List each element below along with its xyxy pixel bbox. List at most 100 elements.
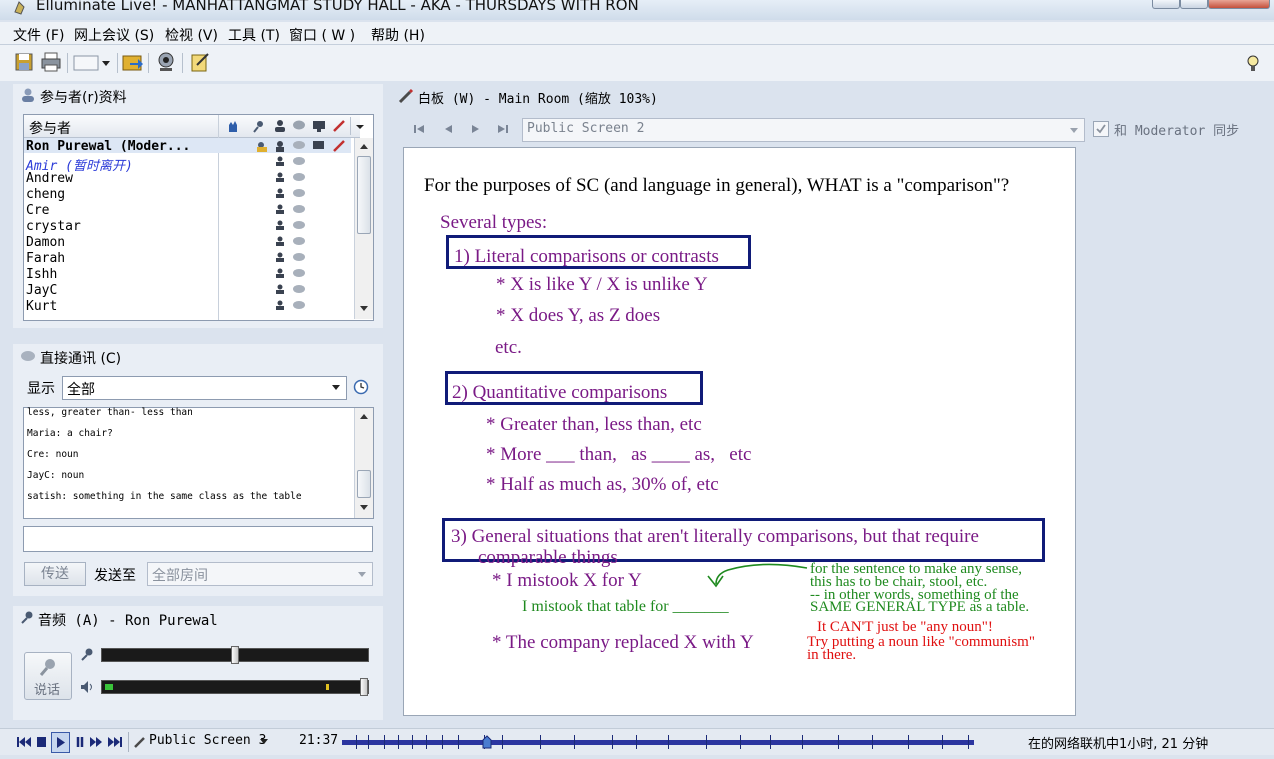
timeline-tick xyxy=(802,735,803,749)
wb-section-2: 2) Quantitative comparisons xyxy=(452,382,668,403)
participants-column-header[interactable]: 参与者 xyxy=(29,118,71,138)
menu-window[interactable]: 窗口 ( W ) xyxy=(289,25,355,45)
last-screen-button[interactable] xyxy=(496,120,512,138)
play-icon xyxy=(57,737,65,748)
video-header-icon[interactable] xyxy=(312,119,326,133)
scroll-up-icon[interactable] xyxy=(359,412,369,420)
moderator-status-icons xyxy=(257,140,345,152)
wb-example-1: * I mistook X for Y xyxy=(492,570,642,591)
whiteboard-header-icon[interactable] xyxy=(332,119,346,133)
toolbar xyxy=(0,45,1274,81)
next-screen-button[interactable] xyxy=(468,120,484,138)
timeline-tick xyxy=(458,735,459,749)
volume-slider-thumb[interactable] xyxy=(360,678,368,696)
participant-jayc[interactable]: JayC xyxy=(26,283,57,298)
wb-s1-item-c: etc. xyxy=(495,337,522,358)
save-icon[interactable] xyxy=(13,51,35,73)
speaker-volume-slider[interactable] xyxy=(101,678,369,696)
sync-checkbox[interactable] xyxy=(1093,121,1109,137)
participants-scrollbar[interactable] xyxy=(354,138,373,319)
minimize-button[interactable] xyxy=(1152,0,1180,9)
chat-scrollbar[interactable] xyxy=(354,408,373,518)
participants-menu-button[interactable] xyxy=(350,117,369,135)
maximize-button[interactable] xyxy=(1180,0,1208,9)
skip-to-end-button[interactable] xyxy=(106,733,122,751)
chat-show-label: 显示 xyxy=(27,381,55,397)
playback-timeline[interactable] xyxy=(342,735,978,749)
layout-dropdown-icon[interactable] xyxy=(73,55,113,71)
timeline-playhead-icon[interactable] xyxy=(482,735,492,749)
send-to-select[interactable]: 全部房间 xyxy=(147,562,373,586)
menu-bar: 文件 (F) 网上会议 (S) 检视 (V) 工具 (T) 窗口 ( W ) 帮… xyxy=(0,22,1274,45)
chat-filter-select[interactable]: 全部 xyxy=(62,376,347,400)
checkmark-icon xyxy=(1096,124,1106,134)
current-screen-label[interactable]: Public Screen 3 xyxy=(149,733,266,748)
participant-cheng[interactable]: cheng xyxy=(26,187,65,202)
scroll-up-icon[interactable] xyxy=(359,142,369,150)
chat-message: Maria: a chair? xyxy=(27,428,113,439)
load-content-icon[interactable] xyxy=(122,51,144,73)
participant-farah[interactable]: Farah xyxy=(26,251,65,266)
first-screen-button[interactable] xyxy=(412,120,428,138)
whiteboard-canvas[interactable]: For the purposes of SC (and language in … xyxy=(403,147,1076,716)
wb-s2-item-a: * Greater than, less than, etc xyxy=(486,414,702,435)
scroll-down-icon[interactable] xyxy=(359,305,369,313)
participant-kurt[interactable]: Kurt xyxy=(26,299,57,314)
print-icon[interactable] xyxy=(40,51,62,73)
clock-icon[interactable] xyxy=(353,379,369,395)
mic-level-slider[interactable] xyxy=(101,646,369,664)
participants-icon xyxy=(22,88,34,102)
menu-view[interactable]: 检视 (V) xyxy=(165,25,218,45)
screen-select-value: Public Screen 2 xyxy=(527,121,645,136)
play-button[interactable] xyxy=(51,732,70,753)
raise-hand-icon[interactable] xyxy=(226,119,240,133)
participant-andrew[interactable]: Andrew xyxy=(26,171,73,186)
wb-several-types: Several types: xyxy=(440,212,548,233)
wb-s1-item-b: * X does Y, as Z does xyxy=(496,305,661,326)
audio-title: 音频 (A) - Ron Purewal xyxy=(38,613,218,629)
menu-help[interactable]: 帮助 (H) xyxy=(371,25,425,45)
timeline-tick xyxy=(636,735,637,749)
volume-level-indicator xyxy=(105,684,113,690)
mic-slider-thumb[interactable] xyxy=(231,646,239,664)
participant-header-icon[interactable] xyxy=(273,119,287,133)
menu-tools[interactable]: 工具 (T) xyxy=(228,25,280,45)
speaker-icon xyxy=(81,681,92,693)
timeline-tick xyxy=(740,735,741,749)
fast-forward-button[interactable] xyxy=(88,733,102,751)
participant-crystar[interactable]: crystar xyxy=(26,219,81,234)
screen-select[interactable]: Public Screen 2 xyxy=(522,118,1085,142)
menu-session[interactable]: 网上会议 (S) xyxy=(74,25,154,45)
timeline-markers xyxy=(342,735,978,749)
talk-button[interactable]: 说话 xyxy=(24,652,72,700)
timeline-tick xyxy=(770,735,771,749)
participants-list[interactable]: 参与者 Ron Purewal (Moder... Amir (暂时离开) An… xyxy=(23,114,374,321)
scroll-down-icon[interactable] xyxy=(359,504,369,512)
scroll-thumb[interactable] xyxy=(357,156,371,234)
chat-header-icon[interactable] xyxy=(292,119,306,133)
close-button[interactable] xyxy=(1208,0,1270,9)
webcam-icon[interactable] xyxy=(155,51,177,73)
chat-message: less, greater than- less than xyxy=(27,407,193,418)
notes-icon[interactable] xyxy=(189,51,211,73)
participant-damon[interactable]: Damon xyxy=(26,235,65,250)
skip-to-start-button[interactable] xyxy=(16,733,28,751)
previous-screen-button[interactable] xyxy=(440,120,456,138)
wb-note-green-4: SAME GENERAL TYPE as a table. xyxy=(810,599,1030,615)
participant-ishh[interactable]: Ishh xyxy=(26,267,57,282)
volume-peak-indicator xyxy=(326,684,329,690)
pause-button[interactable] xyxy=(72,733,84,751)
chat-input[interactable] xyxy=(23,526,373,552)
send-to-label: 发送至 xyxy=(94,568,136,584)
hint-bulb-icon[interactable] xyxy=(1245,54,1261,74)
menu-file[interactable]: 文件 (F) xyxy=(13,25,64,45)
microphone-header-icon[interactable] xyxy=(252,119,266,133)
chevron-down-icon[interactable] xyxy=(259,738,269,746)
participant-ron[interactable]: Ron Purewal (Moder... xyxy=(26,139,190,154)
chat-messages: less, greater than- less than Maria: a c… xyxy=(23,407,374,519)
stop-button[interactable] xyxy=(36,733,48,751)
scroll-thumb[interactable] xyxy=(357,470,371,498)
app-icon xyxy=(14,1,25,15)
send-button[interactable]: 传送 xyxy=(24,562,86,586)
participant-cre[interactable]: Cre xyxy=(26,203,49,218)
